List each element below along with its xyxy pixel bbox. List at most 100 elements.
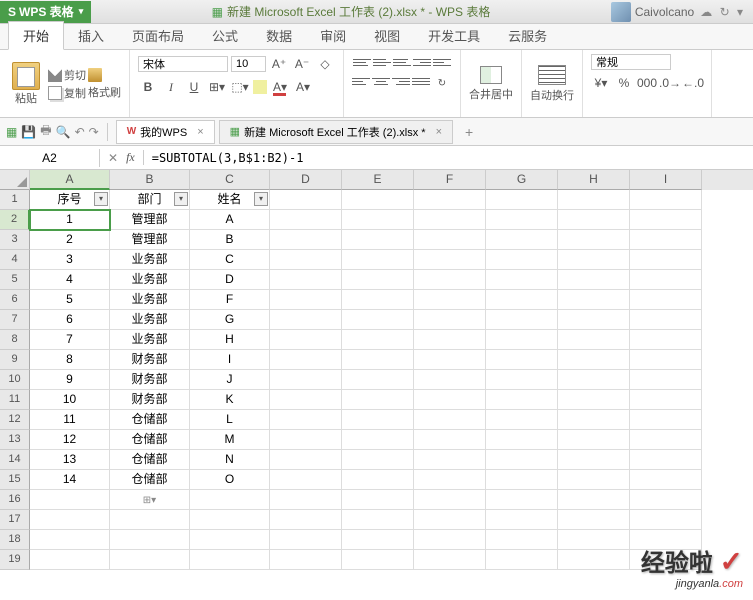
- cell[interactable]: [414, 190, 486, 210]
- cell[interactable]: [342, 510, 414, 530]
- cell[interactable]: [414, 350, 486, 370]
- cell[interactable]: 6: [30, 310, 110, 330]
- cell[interactable]: [558, 450, 630, 470]
- copy-button[interactable]: 复制: [48, 85, 86, 101]
- print-icon[interactable]: 🖶: [40, 121, 51, 142]
- cell[interactable]: 11: [30, 410, 110, 430]
- cell[interactable]: [486, 190, 558, 210]
- col-header-F[interactable]: F: [414, 170, 486, 190]
- cell[interactable]: [414, 250, 486, 270]
- shading-button[interactable]: [253, 80, 267, 94]
- row-header[interactable]: 13: [0, 430, 30, 450]
- cell[interactable]: 财务部: [110, 370, 190, 390]
- paste-button[interactable]: 粘贴: [8, 60, 44, 108]
- cell[interactable]: [558, 230, 630, 250]
- currency-button[interactable]: ¥▾: [591, 73, 611, 93]
- row-header[interactable]: 3: [0, 230, 30, 250]
- close-icon[interactable]: ×: [197, 126, 203, 138]
- cell[interactable]: A: [190, 210, 270, 230]
- cell[interactable]: 仓储部: [110, 430, 190, 450]
- wps-home-tab[interactable]: W 我的WPS ×: [116, 120, 215, 144]
- cell[interactable]: [630, 470, 702, 490]
- redo-icon[interactable]: ↷: [89, 125, 99, 139]
- col-header-I[interactable]: I: [630, 170, 702, 190]
- cell[interactable]: [630, 330, 702, 350]
- cell[interactable]: [342, 290, 414, 310]
- cell[interactable]: [414, 470, 486, 490]
- cell[interactable]: [558, 530, 630, 550]
- cell[interactable]: [110, 510, 190, 530]
- col-header-A[interactable]: A: [30, 170, 110, 190]
- close-icon[interactable]: ×: [436, 126, 442, 138]
- cell[interactable]: 业务部: [110, 310, 190, 330]
- cell[interactable]: 10: [30, 390, 110, 410]
- cell[interactable]: [486, 530, 558, 550]
- cell[interactable]: [270, 350, 342, 370]
- row-header[interactable]: 1: [0, 190, 30, 210]
- cell[interactable]: [270, 290, 342, 310]
- cell[interactable]: [630, 230, 702, 250]
- cell[interactable]: [630, 410, 702, 430]
- col-header-E[interactable]: E: [342, 170, 414, 190]
- cell[interactable]: [270, 470, 342, 490]
- cell[interactable]: [558, 410, 630, 430]
- row-header[interactable]: 15: [0, 470, 30, 490]
- italic-button[interactable]: I: [161, 77, 181, 97]
- cell[interactable]: [486, 330, 558, 350]
- cell[interactable]: J: [190, 370, 270, 390]
- cell[interactable]: 9: [30, 370, 110, 390]
- cell[interactable]: [270, 490, 342, 510]
- cell[interactable]: [630, 290, 702, 310]
- cell[interactable]: [486, 550, 558, 570]
- col-header-C[interactable]: C: [190, 170, 270, 190]
- cell[interactable]: [486, 310, 558, 330]
- cell[interactable]: B: [190, 230, 270, 250]
- cell[interactable]: 业务部: [110, 290, 190, 310]
- cell[interactable]: [486, 290, 558, 310]
- cell[interactable]: [342, 470, 414, 490]
- row-header[interactable]: 14: [0, 450, 30, 470]
- cell[interactable]: I: [190, 350, 270, 370]
- cell[interactable]: 5: [30, 290, 110, 310]
- cell[interactable]: [558, 210, 630, 230]
- cell[interactable]: [558, 470, 630, 490]
- cell[interactable]: [270, 370, 342, 390]
- cell[interactable]: [270, 510, 342, 530]
- tab-start[interactable]: 开始: [8, 21, 64, 50]
- cell[interactable]: [342, 310, 414, 330]
- cell[interactable]: [558, 350, 630, 370]
- phonetic-button[interactable]: A▾: [293, 77, 313, 97]
- cell[interactable]: [342, 350, 414, 370]
- cell[interactable]: [558, 370, 630, 390]
- cell[interactable]: [190, 510, 270, 530]
- cell[interactable]: [558, 310, 630, 330]
- cell[interactable]: [270, 230, 342, 250]
- row-header[interactable]: 7: [0, 310, 30, 330]
- cloud-icon[interactable]: ☁: [700, 5, 712, 19]
- cancel-formula-icon[interactable]: ✕: [108, 151, 118, 165]
- font-color-button[interactable]: A▾: [270, 77, 290, 97]
- cell[interactable]: [30, 490, 110, 510]
- indent-increase-button[interactable]: [433, 54, 451, 70]
- align-bottom-button[interactable]: [393, 54, 411, 70]
- justify-button[interactable]: [412, 73, 430, 89]
- cell[interactable]: [414, 390, 486, 410]
- cell[interactable]: H: [190, 330, 270, 350]
- cell[interactable]: [30, 530, 110, 550]
- cell[interactable]: [630, 310, 702, 330]
- tab-insert[interactable]: 插入: [64, 22, 118, 49]
- font-name-select[interactable]: [138, 56, 228, 72]
- tab-data[interactable]: 数据: [252, 22, 306, 49]
- cell[interactable]: N: [190, 450, 270, 470]
- align-middle-button[interactable]: [373, 54, 391, 70]
- cell[interactable]: [270, 210, 342, 230]
- cell[interactable]: [630, 430, 702, 450]
- cell[interactable]: [414, 510, 486, 530]
- filter-button[interactable]: ▾: [254, 192, 268, 206]
- cell[interactable]: [558, 250, 630, 270]
- select-all-corner[interactable]: [0, 170, 30, 190]
- cell[interactable]: 业务部: [110, 270, 190, 290]
- cell[interactable]: [414, 490, 486, 510]
- cell[interactable]: 管理部: [110, 210, 190, 230]
- cut-button[interactable]: 剪切: [48, 67, 86, 83]
